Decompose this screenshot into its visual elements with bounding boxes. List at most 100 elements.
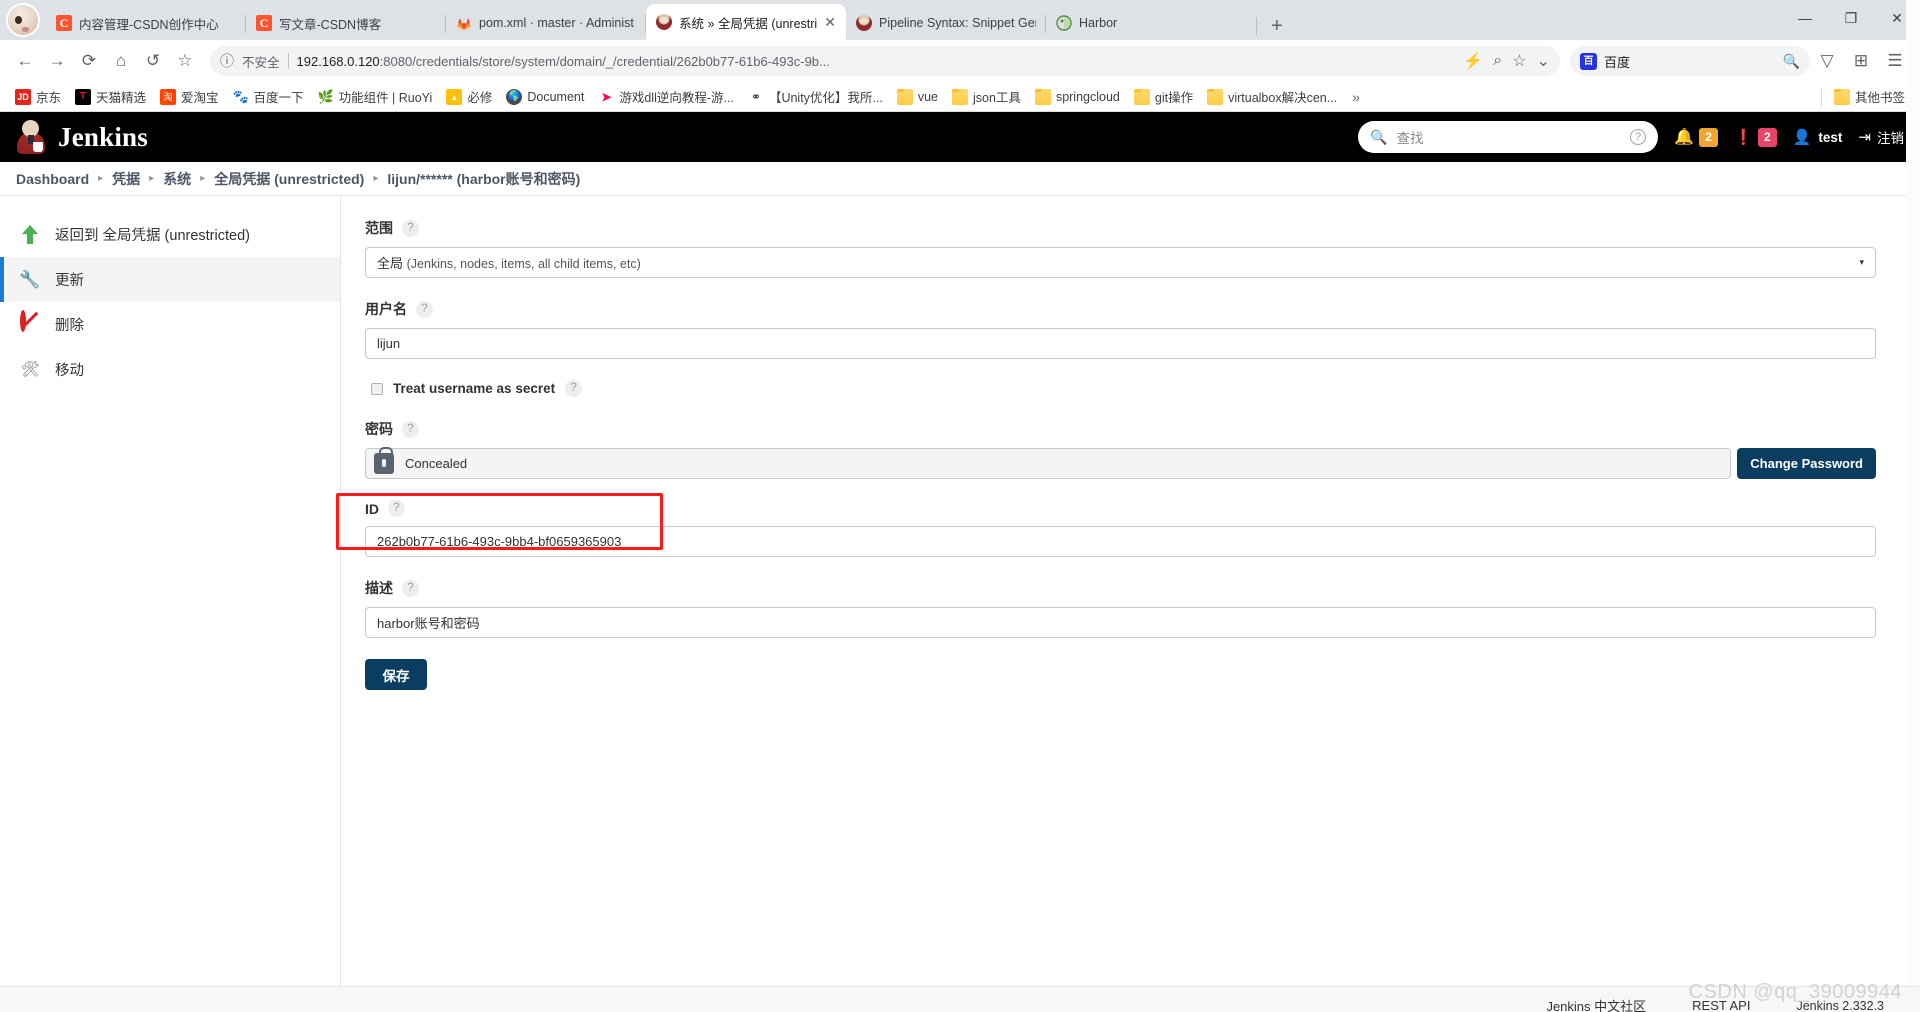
bookmark-unity[interactable]: ⚭ 【Unity优化】我所... [741, 84, 890, 109]
bookmark-label: 【Unity优化】我所... [768, 91, 883, 105]
breadcrumb-item-credentials[interactable]: 凭据 [112, 169, 140, 189]
bookmarks-overflow-icon[interactable]: » [1344, 86, 1368, 108]
history-icon[interactable]: ↺ [138, 46, 168, 76]
username-input[interactable]: lijun [365, 328, 1876, 359]
field-label-text: 描述 [365, 580, 393, 596]
search-icon: 🔍 [1370, 128, 1388, 145]
sidebar-item-update[interactable]: 🔧 更新 [0, 257, 340, 302]
warnings-group[interactable]: ❗ 2 [1734, 127, 1777, 147]
chevron-down-icon[interactable]: ⌄ [1537, 51, 1550, 71]
search-box[interactable]: 🔍 查找 ? [1358, 121, 1659, 153]
star-icon[interactable]: ☆ [1512, 51, 1526, 71]
avatar [6, 3, 40, 37]
browser-tab-4[interactable]: Pipeline Syntax: Snippet Gen [846, 6, 1046, 40]
scope-select[interactable]: 全局 (Jenkins, nodes, items, all child ite… [365, 247, 1876, 278]
profile-avatar-button[interactable] [0, 0, 46, 40]
help-icon[interactable]: ? [416, 300, 433, 318]
footer-community-link[interactable]: Jenkins 中文社区 [1546, 996, 1646, 1012]
bookmark-folder-git[interactable]: git操作 [1127, 84, 1200, 109]
url-host: 192.168.0.120 [296, 53, 380, 69]
breadcrumb-item-global-credentials[interactable]: 全局凭据 (unrestricted) [214, 169, 364, 189]
close-icon[interactable]: ✕ [824, 15, 836, 29]
help-icon[interactable]: ? [402, 219, 419, 237]
bookmark-jd[interactable]: JD 京东 [8, 84, 68, 109]
help-icon[interactable]: ? [565, 380, 583, 397]
description-value: harbor账号和密码 [377, 616, 480, 631]
save-button[interactable]: 保存 [365, 659, 427, 690]
url-path: :8080/credentials/store/system/domain/_/… [379, 53, 830, 69]
lightning-icon[interactable]: ⚡ [1463, 51, 1483, 71]
browser-tab-5[interactable]: Harbor [1046, 6, 1246, 40]
warning-icon[interactable]: ❗ [1734, 128, 1753, 146]
info-circle-icon[interactable]: ⓘ [220, 51, 234, 71]
help-icon[interactable]: ? [388, 500, 405, 517]
sidebar: 返回到 全局凭据 (unrestricted) 🔧 更新 删除 🛠 移动 [0, 196, 341, 986]
help-icon[interactable]: ? [402, 579, 419, 597]
translate-icon[interactable]: ▽ [1812, 46, 1842, 76]
bookmark-bixiu[interactable]: 必修 [439, 84, 499, 109]
user-icon: 👤 [1792, 129, 1812, 146]
field-treat-username-as-secret[interactable]: Treat username as secret ? [371, 380, 1876, 397]
help-icon[interactable]: ? [402, 420, 419, 438]
jenkins-logo-link[interactable]: Jenkins [16, 120, 148, 154]
bookmark-baidu[interactable]: 🐾 百度一下 [226, 84, 311, 109]
minimize-icon[interactable]: — [1782, 2, 1828, 34]
maximize-icon[interactable]: ❐ [1828, 2, 1874, 34]
sidebar-item-back[interactable]: 返回到 全局凭据 (unrestricted) [0, 212, 340, 257]
zoom-icon[interactable]: ⌕ [1493, 52, 1502, 70]
bookmark-ruoyi[interactable]: 🌿 功能组件 | RuoYi [311, 84, 440, 109]
bookmark-youku[interactable]: ➤ 游戏dll逆向教程-游... [591, 84, 741, 109]
id-input[interactable]: 262b0b77-61b6-493c-9bb4-bf0659365903 [365, 526, 1876, 557]
browser-tab-1[interactable]: C 写文章-CSDN博客 [246, 6, 446, 40]
browser-tab-0[interactable]: C 内容管理-CSDN创作中心 [46, 6, 246, 40]
treat-secret-checkbox[interactable] [371, 382, 383, 395]
user-menu[interactable]: 👤 test [1793, 128, 1843, 146]
help-icon[interactable]: ? [1630, 129, 1647, 145]
tab-divider [1256, 17, 1257, 35]
breadcrumb-item-credential[interactable]: lijun/****** (harbor账号和密码) [387, 169, 580, 189]
extensions-icon[interactable]: ⊞ [1846, 46, 1876, 76]
breadcrumb-item-dashboard[interactable]: Dashboard [16, 171, 89, 187]
bookmark-label: virtualbox解决cen... [1228, 91, 1338, 105]
browser-tab-3-active[interactable]: 系统 » 全局凭据 (unrestric ✕ [646, 4, 846, 40]
ban-icon [18, 309, 42, 337]
bookmark-label: 游戏dll逆向教程-游... [619, 91, 734, 105]
bookmark-taobao[interactable]: 淘 爱淘宝 [153, 84, 226, 109]
new-tab-button[interactable]: + [1263, 16, 1291, 36]
forward-icon[interactable]: → [42, 46, 72, 76]
breadcrumb-item-system[interactable]: 系统 [163, 169, 191, 189]
description-input[interactable]: harbor账号和密码 [365, 607, 1876, 638]
back-icon[interactable]: ← [10, 46, 40, 76]
folder-icon [1034, 88, 1051, 105]
bookmark-folder-virtualbox[interactable]: virtualbox解决cen... [1200, 84, 1344, 109]
reload-icon[interactable]: ⟳ [74, 46, 104, 76]
search-icon[interactable]: 🔍 [1783, 53, 1800, 70]
bookmark-label: vue [917, 89, 938, 104]
notifications-group[interactable]: 🔔 2 [1674, 127, 1719, 147]
home-icon[interactable]: ⌂ [106, 46, 136, 76]
bookmark-folder-vue[interactable]: vue [890, 86, 945, 108]
logout-button[interactable]: ⇥ 注销 [1858, 127, 1904, 147]
search-input[interactable]: 查找 [1397, 127, 1622, 147]
jenkins-butler-icon [16, 120, 46, 154]
bell-icon[interactable]: 🔔 [1674, 127, 1694, 147]
notification-count-badge: 2 [1699, 127, 1719, 147]
browser-tab-2[interactable]: pom.xml · master · Administ [446, 6, 646, 40]
sidebar-item-delete[interactable]: 删除 [0, 302, 340, 347]
chevron-down-icon[interactable]: ▾ [1859, 257, 1864, 268]
change-password-button[interactable]: Change Password [1737, 448, 1876, 479]
folder-icon [1833, 88, 1850, 105]
bookmark-star-icon[interactable]: ☆ [170, 46, 200, 76]
bookmark-folder-springcloud[interactable]: springcloud [1028, 86, 1127, 108]
bookmark-folder-json[interactable]: json工具 [945, 84, 1028, 109]
page-scrollbar[interactable] [1906, 0, 1920, 1012]
other-bookmarks-button[interactable]: 其他书签 [1827, 84, 1912, 109]
bookmark-tmall[interactable]: 天猫精选 [68, 84, 153, 109]
address-bar[interactable]: ⓘ 不安全 192.168.0.120:8080/credentials/sto… [210, 46, 1560, 76]
bookmark-document[interactable]: 🌎 Document [499, 86, 591, 108]
lock-icon [374, 447, 394, 474]
search-engine-box[interactable]: 百 百度 🔍 [1570, 46, 1810, 76]
field-description: 描述 ? harbor账号和密码 [365, 578, 1876, 638]
sidebar-item-move[interactable]: 🛠 移动 [0, 347, 340, 392]
bookmark-label: git操作 [1154, 91, 1194, 105]
